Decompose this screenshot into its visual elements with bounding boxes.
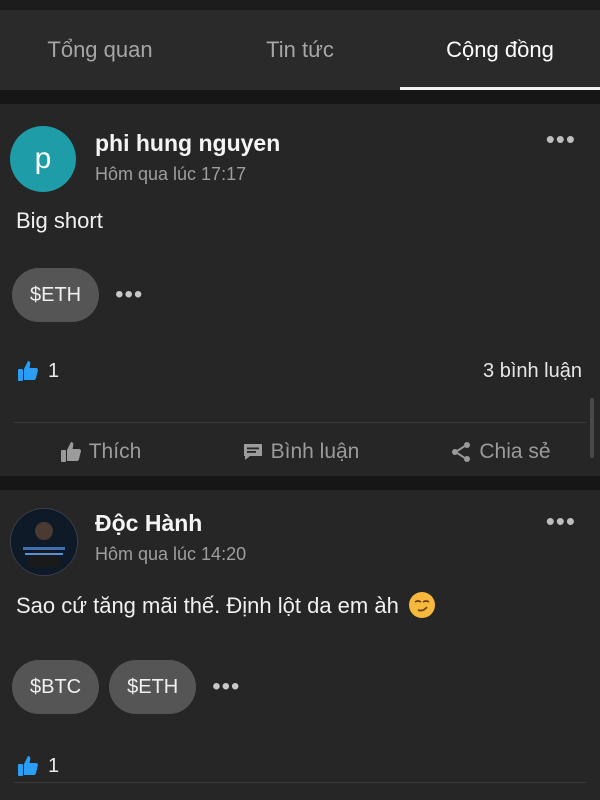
post-time: Hôm qua lúc 14:20: [95, 544, 247, 564]
more-options-icon[interactable]: •••: [546, 124, 576, 155]
ticker-list: $BTC $ETH •••: [0, 636, 600, 716]
more-tickers-icon[interactable]: •••: [212, 673, 240, 701]
tab-community[interactable]: Cộng đồng: [400, 10, 600, 90]
post-text: Sao cứ tăng mãi thế. Định lột da em àh: [0, 576, 600, 636]
section-gap: [0, 90, 600, 104]
thumbs-up-icon: [18, 361, 38, 381]
like-button[interactable]: Thích: [0, 440, 200, 464]
comment-label: Bình luận: [270, 440, 360, 463]
profile-photo-icon: [11, 509, 77, 575]
avatar[interactable]: p: [10, 126, 76, 192]
smirk-emoji-icon: [408, 592, 435, 618]
like-count-group: 1: [16, 359, 59, 383]
author-name[interactable]: Độc Hành: [95, 510, 202, 537]
comment-icon: [243, 444, 262, 460]
share-label: Chia sẻ: [479, 440, 551, 463]
thumbs-up-icon: [18, 756, 38, 776]
tab-news[interactable]: Tin tức: [200, 10, 400, 90]
ticker-chip[interactable]: $ETH: [109, 660, 197, 714]
ticker-chip[interactable]: $BTC: [12, 660, 100, 714]
comment-count[interactable]: 3 bình luận: [483, 360, 582, 383]
post-card: p phi hung nguyen Hôm qua lúc 17:17 ••• …: [0, 104, 600, 476]
like-count: 1: [48, 754, 60, 777]
status-strip: [0, 0, 600, 10]
divider: [14, 782, 586, 783]
post-header: p phi hung nguyen Hôm qua lúc 17:17 •••: [0, 104, 600, 194]
comment-button[interactable]: Bình luận: [200, 440, 400, 464]
scrollbar-thumb[interactable]: [590, 398, 594, 458]
post-stats: 1 3 bình luận: [0, 340, 600, 402]
post-card: Độc Hành Hôm qua lúc 14:20 ••• Sao cứ tă…: [0, 490, 600, 800]
post-text-content: Sao cứ tăng mãi thế. Định lột da em àh: [16, 593, 399, 618]
thumbs-up-icon: [60, 442, 81, 462]
ticker-list: $ETH •••: [0, 252, 600, 324]
post-time: Hôm qua lúc 17:17: [95, 164, 247, 184]
tab-bar: Tổng quan Tin tức Cộng đồng: [0, 10, 600, 90]
more-options-icon[interactable]: •••: [546, 506, 576, 537]
post-text: Big short: [16, 208, 103, 233]
avatar-letter: p: [34, 142, 52, 175]
more-tickers-icon[interactable]: •••: [115, 281, 143, 309]
post-stats: 1: [0, 738, 600, 794]
ticker-chip[interactable]: $ETH: [12, 268, 100, 322]
tab-overview[interactable]: Tổng quan: [0, 10, 200, 90]
post-header: Độc Hành Hôm qua lúc 14:20 •••: [0, 490, 600, 576]
share-button[interactable]: Chia sẻ: [400, 440, 600, 464]
like-label: Thích: [88, 440, 142, 463]
like-count-group: 1: [16, 754, 59, 778]
app-root: Tổng quan Tin tức Cộng đồng p phi hung n…: [0, 0, 600, 800]
post-actions: Thích Bình luận Chia sẻ: [0, 423, 600, 481]
share-icon: [452, 442, 471, 462]
avatar[interactable]: [10, 508, 78, 576]
like-count: 1: [48, 359, 60, 382]
author-name[interactable]: phi hung nguyen: [95, 130, 280, 157]
